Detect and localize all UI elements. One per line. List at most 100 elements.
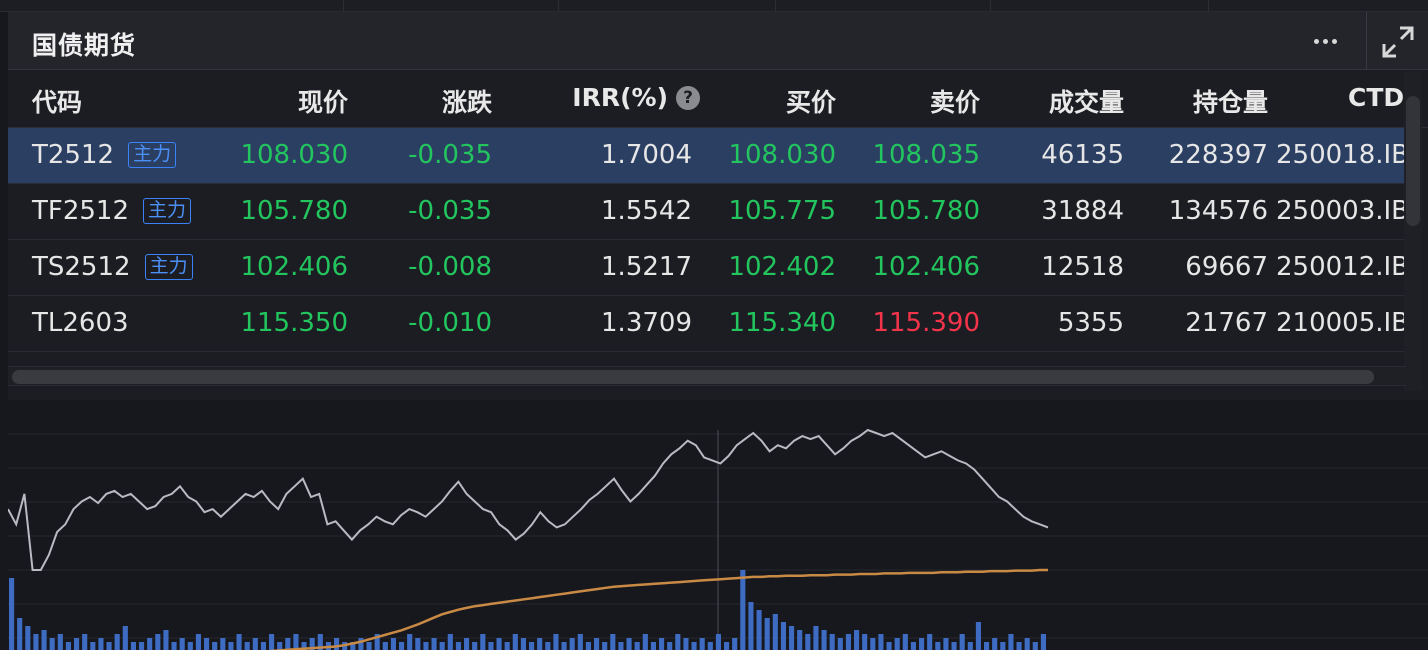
volume-bar: [764, 618, 770, 650]
volume-bar: [472, 642, 478, 650]
table-row[interactable]: TL2603 115.350 -0.010 1.3709 115.340 115…: [8, 296, 1410, 352]
volume-bar: [82, 634, 88, 650]
column-header-irr[interactable]: IRR(%)?: [572, 83, 700, 112]
volume-bar: [74, 638, 80, 650]
change-cell: -0.008: [408, 252, 492, 282]
volume-bar: [659, 638, 665, 650]
volume-bar: [204, 638, 210, 650]
volume-bar: [878, 634, 884, 650]
column-header-ctd[interactable]: CTD: [1348, 83, 1404, 112]
volume-bar: [837, 638, 843, 650]
volume-bar: [390, 638, 396, 650]
volume-bar: [260, 642, 266, 650]
table-row[interactable]: T2512 主力 108.030 -0.035 1.7004 108.030 10…: [8, 128, 1409, 184]
expand-icon[interactable]: [1380, 24, 1416, 60]
volume-bar: [975, 622, 981, 650]
volume-bar: [683, 638, 689, 650]
volume-bar: [813, 626, 819, 650]
volume-bar: [740, 570, 746, 650]
table-row[interactable]: TS2512 主力 102.406 -0.008 1.5217 102.402 1…: [8, 240, 1410, 296]
column-header-bid[interactable]: 买价: [786, 83, 836, 119]
volume-bar: [431, 638, 437, 650]
volume-bar: [130, 642, 136, 650]
table-row[interactable]: TF2512 主力 105.780 -0.035 1.5542 105.775 1…: [8, 184, 1409, 240]
open-interest-cell: 228397: [1168, 140, 1268, 170]
column-header-price[interactable]: 现价: [298, 83, 348, 119]
volume-bar: [358, 638, 364, 650]
column-header-open-interest[interactable]: 持仓量: [1193, 83, 1268, 119]
main-contract-tag: 主力: [144, 254, 193, 280]
volume-bar: [57, 634, 63, 650]
irr-cell: 1.7004: [601, 140, 692, 170]
volume-bar: [252, 638, 258, 650]
volume-bar: [244, 642, 250, 650]
volume-bar: [553, 634, 559, 650]
volume-bar: [910, 642, 916, 650]
price-line: [8, 428, 1049, 571]
volume-bar: [618, 642, 624, 650]
volume-bar: [707, 642, 713, 650]
open-interest-cell: 69667: [1185, 252, 1268, 282]
price-cell: 115.350: [240, 308, 348, 338]
volume-bar: [1008, 634, 1014, 650]
irr-cell: 1.5542: [601, 196, 692, 226]
volume-bar: [894, 638, 900, 650]
volume-bar: [967, 642, 973, 650]
volume-bar: [212, 642, 218, 650]
volume-bar: [935, 642, 941, 650]
volume-bar: [1016, 642, 1022, 650]
column-header-code[interactable]: 代码: [32, 83, 82, 119]
volume-bar: [49, 638, 55, 650]
bid-cell: 115.340: [728, 308, 836, 338]
main-contract-tag: 主力: [143, 198, 192, 224]
contract-code: T2512: [32, 140, 115, 170]
intraday-chart[interactable]: [8, 400, 1428, 650]
volume-bar: [667, 642, 673, 650]
ask-cell: 102.406: [872, 252, 980, 282]
volume-bar: [496, 638, 502, 650]
volume-bar: [195, 634, 201, 650]
volume-bar: [504, 642, 510, 650]
volume-bar: [415, 638, 421, 650]
ask-cell: 115.390: [872, 308, 980, 338]
volume-bar: [293, 634, 299, 650]
volume-bar: [33, 634, 39, 650]
column-header-change[interactable]: 涨跌: [442, 83, 492, 119]
volume-bar: [529, 642, 535, 650]
volume-bar: [1032, 642, 1038, 650]
ctd-cell: 210005.IB: [1276, 308, 1410, 338]
contract-code: TS2512: [32, 252, 131, 282]
help-icon[interactable]: ?: [676, 86, 700, 110]
vertical-scrollbar-thumb[interactable]: [1406, 96, 1420, 226]
volume-bar: [602, 642, 608, 650]
volume-bar: [90, 642, 96, 650]
column-header-volume[interactable]: 成交量: [1049, 83, 1124, 119]
volume-bar: [634, 642, 640, 650]
volume-bar: [488, 642, 494, 650]
volume-bar: [122, 626, 128, 650]
volume-bar: [423, 642, 429, 650]
volume-bar: [789, 626, 795, 650]
volume-bar: [561, 642, 567, 650]
ctd-cell: 250012.IB: [1276, 252, 1410, 282]
volume-bar: [691, 642, 697, 650]
bid-cell: 105.775: [728, 196, 836, 226]
price-cell: 102.406: [240, 252, 348, 282]
more-options-icon[interactable]: [1308, 24, 1348, 56]
volume-bar: [277, 642, 283, 650]
volume-bar: [772, 614, 778, 650]
irr-cell: 1.3709: [601, 308, 692, 338]
column-header-ask[interactable]: 卖价: [930, 83, 980, 119]
horizontal-scrollbar-thumb[interactable]: [12, 370, 1374, 384]
volume-bar: [715, 634, 721, 650]
main-contract-tag: 主力: [128, 142, 177, 168]
volume-bar: [171, 642, 177, 650]
volume-bar: [959, 634, 965, 650]
column-header-irr-label: IRR(%): [572, 83, 668, 112]
open-interest-cell: 134576: [1168, 196, 1268, 226]
volume-bar: [943, 638, 949, 650]
volume-bar: [155, 634, 161, 650]
bid-cell: 108.030: [728, 140, 836, 170]
volume-bar: [626, 638, 632, 650]
volume-bar: [447, 634, 453, 650]
